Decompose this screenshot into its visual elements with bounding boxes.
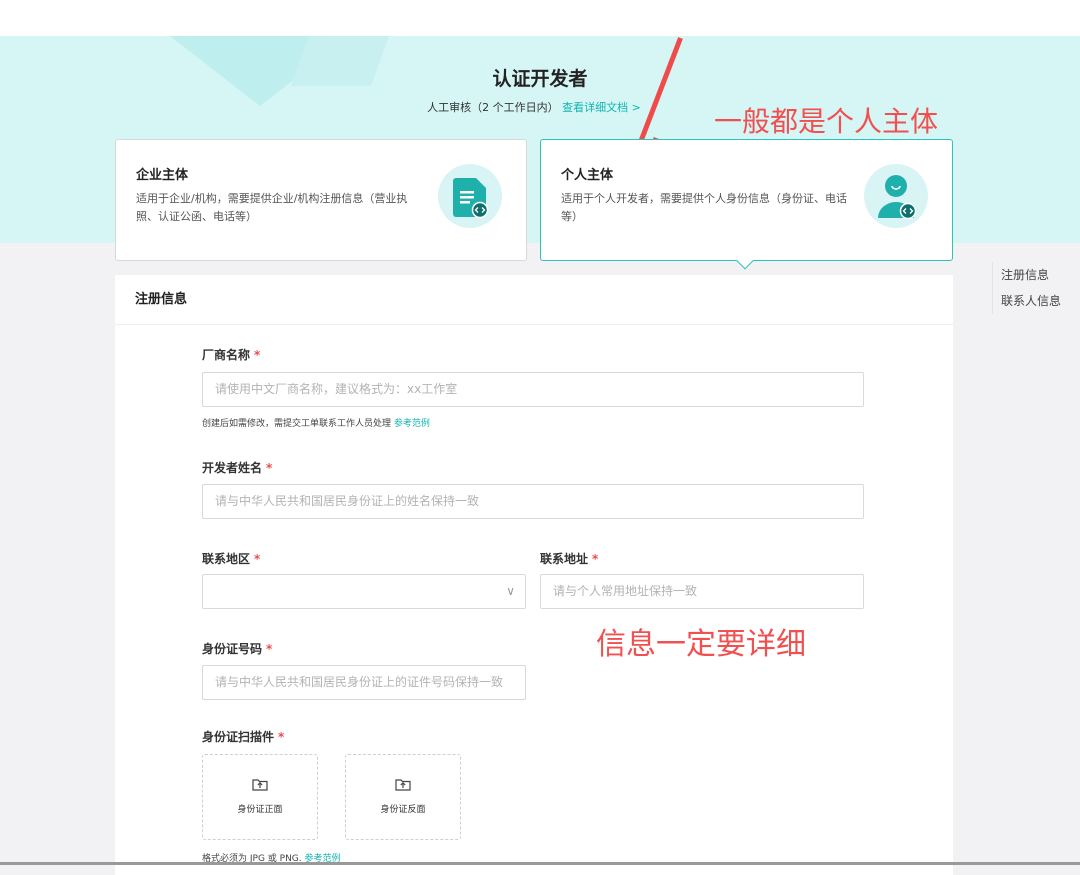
document-code-icon — [438, 164, 502, 228]
required-mark: * — [278, 730, 285, 744]
registration-panel: 注册信息 厂商名称 * 请使用中文厂商名称，建议格式为：xx工作室 创建后如需修改… — [115, 275, 953, 875]
side-nav-contact[interactable]: 联系人信息 — [1001, 288, 1061, 314]
hint-text: 创建后如需修改，需提交工单联系工作人员处理 — [202, 419, 392, 429]
annotation-middle: 信息一定要详细 — [596, 627, 806, 662]
page-title: 认证开发者 — [492, 68, 588, 90]
selected-pointer — [736, 252, 754, 270]
view-docs-link[interactable]: 查看详细文档 > — [562, 101, 641, 114]
label-text: 联系地址 — [540, 552, 589, 566]
person-code-icon — [864, 164, 928, 228]
section-title: 注册信息 — [115, 275, 953, 325]
region-label: 联系地区 * — [202, 550, 260, 567]
card-description: 适用于个人开发者，需要提供个人身份信息（身份证、电话等） — [561, 192, 847, 223]
required-mark: * — [266, 642, 273, 656]
side-nav-registration[interactable]: 注册信息 — [1001, 262, 1061, 288]
vendor-name-hint: 创建后如需修改，需提交工单联系工作人员处理 参考范例 — [202, 416, 430, 429]
card-personal[interactable]: 个人主体 适用于个人开发者，需要提供个人身份信息（身份证、电话等） — [540, 139, 953, 270]
chevron-down-icon: ∨ — [506, 584, 515, 598]
upload-caption: 身份证正面 — [237, 805, 283, 815]
developer-name-label: 开发者姓名 * — [202, 459, 272, 476]
required-mark: * — [592, 552, 599, 566]
label-text: 身份证号码 — [202, 642, 263, 656]
required-mark: * — [254, 348, 261, 362]
label-text: 厂商名称 — [202, 348, 251, 362]
upload-caption: 身份证反面 — [380, 805, 426, 815]
upload-id-front[interactable]: 身份证正面 — [202, 754, 318, 840]
vendor-name-input[interactable]: 请使用中文厂商名称，建议格式为：xx工作室 — [202, 372, 864, 407]
card-title: 个人主体 — [561, 168, 614, 183]
upload-icon — [252, 779, 268, 791]
vendor-name-label: 厂商名称 * — [202, 346, 260, 363]
address-label: 联系地址 * — [540, 550, 598, 567]
card-enterprise[interactable]: 企业主体 适用于企业/机构，需要提供企业/机构注册信息（营业执照、认证公函、电话… — [115, 139, 527, 261]
label-text: 开发者姓名 — [202, 461, 263, 475]
vendor-example-link[interactable]: 参考范例 — [394, 419, 430, 429]
top-bar — [0, 0, 1080, 36]
region-select[interactable]: ∨ — [202, 574, 526, 609]
review-note: 人工审核（2 个工作日内） — [427, 101, 559, 114]
label-text: 身份证扫描件 — [202, 730, 275, 744]
upload-icon — [395, 779, 411, 791]
side-anchor-nav: 注册信息 联系人信息 — [992, 262, 1061, 314]
card-description: 适用于企业/机构，需要提供企业/机构注册信息（营业执照、认证公函、电话等） — [136, 192, 408, 223]
upload-id-back[interactable]: 身份证反面 — [345, 754, 461, 840]
id-scan-label: 身份证扫描件 * — [202, 728, 284, 745]
annotation-top: 一般都是个人主体 — [714, 105, 939, 138]
label-text: 联系地区 — [202, 552, 251, 566]
developer-name-input[interactable]: 请与中华人民共和国居民身份证上的姓名保持一致 — [202, 484, 864, 519]
required-mark: * — [254, 552, 261, 566]
address-input[interactable]: 请与个人常用地址保持一致 — [540, 574, 864, 609]
id-number-label: 身份证号码 * — [202, 640, 272, 657]
id-number-input[interactable]: 请与中华人民共和国居民身份证上的证件号码保持一致 — [202, 665, 526, 700]
card-title: 企业主体 — [136, 168, 189, 183]
required-mark: * — [266, 461, 273, 475]
